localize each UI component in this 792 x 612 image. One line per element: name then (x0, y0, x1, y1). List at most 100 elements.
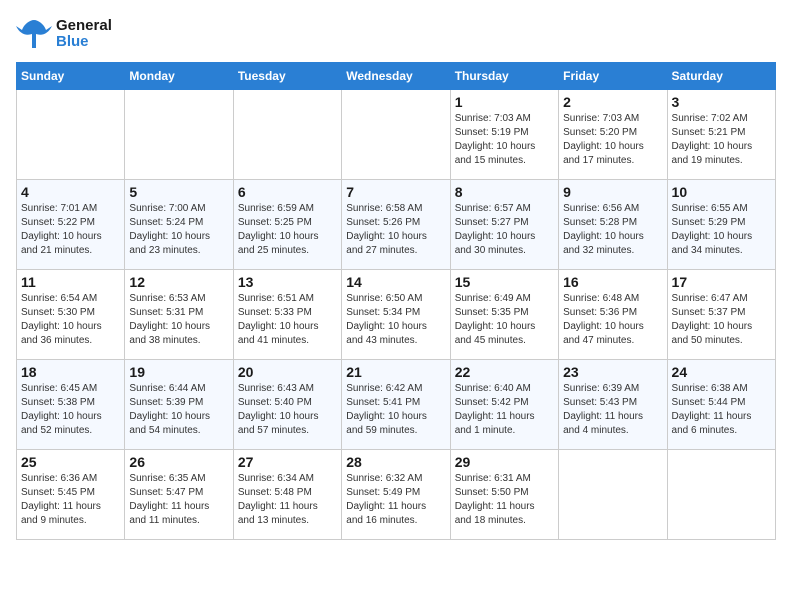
calendar-day-cell: 13Sunrise: 6:51 AM Sunset: 5:33 PM Dayli… (233, 270, 341, 360)
calendar-day-cell (125, 90, 233, 180)
day-info: Sunrise: 6:51 AM Sunset: 5:33 PM Dayligh… (238, 292, 337, 348)
logo-blue-text: Blue (56, 34, 112, 51)
day-number: 28 (346, 454, 445, 470)
day-info: Sunrise: 6:50 AM Sunset: 5:34 PM Dayligh… (346, 292, 445, 348)
day-info: Sunrise: 7:01 AM Sunset: 5:22 PM Dayligh… (21, 202, 120, 258)
calendar-day-cell: 28 Sunrise: 6:32 AM Sunset: 5:49 PM Dayli… (342, 450, 450, 540)
calendar-day-cell: 20 Sunrise: 6:43 AM Sunset: 5:40 PM Dayli… (233, 360, 341, 450)
day-info: Sunrise: 6:57 AM Sunset: 5:27 PM Dayligh… (455, 202, 554, 258)
day-info: Sunrise: 7:03 AM Sunset: 5:20 PM Dayligh… (563, 112, 662, 168)
calendar-day-cell (667, 450, 775, 540)
calendar-week-row: 11Sunrise: 6:54 AM Sunset: 5:30 PM Dayli… (17, 270, 776, 360)
calendar-day-cell (559, 450, 667, 540)
calendar-day-header: Sunday (17, 63, 125, 90)
calendar-day-cell: 25Sunrise: 6:36 AM Sunset: 5:45 PM Dayli… (17, 450, 125, 540)
day-number: 5 (129, 184, 228, 200)
calendar-week-row: 25Sunrise: 6:36 AM Sunset: 5:45 PM Dayli… (17, 450, 776, 540)
day-number: 1 (455, 94, 554, 110)
calendar-day-cell: 26 Sunrise: 6:35 AM Sunset: 5:47 PM Dayli… (125, 450, 233, 540)
day-number: 20 (238, 364, 337, 380)
calendar-day-header: Wednesday (342, 63, 450, 90)
calendar-day-header: Saturday (667, 63, 775, 90)
calendar-day-cell: 16 Sunrise: 6:48 AM Sunset: 5:36 PM Dayli… (559, 270, 667, 360)
day-number: 22 (455, 364, 554, 380)
day-number: 18 (21, 364, 120, 380)
day-number: 16 (563, 274, 662, 290)
calendar-day-cell: 1 Sunrise: 7:03 AM Sunset: 5:19 PM Daylig… (450, 90, 558, 180)
day-info: Sunrise: 6:32 AM Sunset: 5:49 PM Dayligh… (346, 472, 445, 528)
day-number: 15 (455, 274, 554, 290)
day-number: 27 (238, 454, 337, 470)
day-info: Sunrise: 6:49 AM Sunset: 5:35 PM Dayligh… (455, 292, 554, 348)
calendar-day-cell: 14Sunrise: 6:50 AM Sunset: 5:34 PM Dayli… (342, 270, 450, 360)
calendar-day-cell: 15 Sunrise: 6:49 AM Sunset: 5:35 PM Dayli… (450, 270, 558, 360)
logo-bird-icon (16, 16, 52, 52)
day-info: Sunrise: 6:35 AM Sunset: 5:47 PM Dayligh… (129, 472, 228, 528)
calendar-day-cell: 27 Sunrise: 6:34 AM Sunset: 5:48 PM Dayli… (233, 450, 341, 540)
calendar-day-cell (342, 90, 450, 180)
calendar-day-cell: 4 Sunrise: 7:01 AM Sunset: 5:22 PM Daylig… (17, 180, 125, 270)
day-info: Sunrise: 7:02 AM Sunset: 5:21 PM Dayligh… (672, 112, 771, 168)
calendar-week-row: 18 Sunrise: 6:45 AM Sunset: 5:38 PM Dayli… (17, 360, 776, 450)
day-number: 8 (455, 184, 554, 200)
day-info: Sunrise: 6:48 AM Sunset: 5:36 PM Dayligh… (563, 292, 662, 348)
day-number: 3 (672, 94, 771, 110)
calendar-week-row: 1 Sunrise: 7:03 AM Sunset: 5:19 PM Daylig… (17, 90, 776, 180)
day-number: 21 (346, 364, 445, 380)
day-number: 6 (238, 184, 337, 200)
day-number: 4 (21, 184, 120, 200)
day-info: Sunrise: 6:31 AM Sunset: 5:50 PM Dayligh… (455, 472, 554, 528)
day-number: 26 (129, 454, 228, 470)
day-number: 24 (672, 364, 771, 380)
day-number: 7 (346, 184, 445, 200)
day-info: Sunrise: 6:58 AM Sunset: 5:26 PM Dayligh… (346, 202, 445, 258)
day-number: 12 (129, 274, 228, 290)
calendar-day-cell (17, 90, 125, 180)
calendar-day-cell: 8 Sunrise: 6:57 AM Sunset: 5:27 PM Daylig… (450, 180, 558, 270)
calendar-day-header: Monday (125, 63, 233, 90)
calendar-day-cell: 6 Sunrise: 6:59 AM Sunset: 5:25 PM Daylig… (233, 180, 341, 270)
calendar-day-header: Thursday (450, 63, 558, 90)
day-info: Sunrise: 6:43 AM Sunset: 5:40 PM Dayligh… (238, 382, 337, 438)
calendar-body: 1 Sunrise: 7:03 AM Sunset: 5:19 PM Daylig… (17, 90, 776, 540)
day-info: Sunrise: 7:03 AM Sunset: 5:19 PM Dayligh… (455, 112, 554, 168)
day-info: Sunrise: 6:56 AM Sunset: 5:28 PM Dayligh… (563, 202, 662, 258)
calendar-day-cell: 29 Sunrise: 6:31 AM Sunset: 5:50 PM Dayli… (450, 450, 558, 540)
day-number: 19 (129, 364, 228, 380)
calendar-week-row: 4 Sunrise: 7:01 AM Sunset: 5:22 PM Daylig… (17, 180, 776, 270)
day-info: Sunrise: 6:34 AM Sunset: 5:48 PM Dayligh… (238, 472, 337, 528)
calendar-table: SundayMondayTuesdayWednesdayThursdayFrid… (16, 62, 776, 540)
calendar-day-header: Friday (559, 63, 667, 90)
day-info: Sunrise: 6:44 AM Sunset: 5:39 PM Dayligh… (129, 382, 228, 438)
calendar-day-header: Tuesday (233, 63, 341, 90)
calendar-day-cell: 18 Sunrise: 6:45 AM Sunset: 5:38 PM Dayli… (17, 360, 125, 450)
day-info: Sunrise: 6:47 AM Sunset: 5:37 PM Dayligh… (672, 292, 771, 348)
calendar-day-cell: 24Sunrise: 6:38 AM Sunset: 5:44 PM Dayli… (667, 360, 775, 450)
page-header: General Blue (16, 16, 776, 52)
calendar-day-cell: 11Sunrise: 6:54 AM Sunset: 5:30 PM Dayli… (17, 270, 125, 360)
day-number: 29 (455, 454, 554, 470)
day-info: Sunrise: 7:00 AM Sunset: 5:24 PM Dayligh… (129, 202, 228, 258)
day-info: Sunrise: 6:40 AM Sunset: 5:42 PM Dayligh… (455, 382, 554, 438)
day-info: Sunrise: 6:55 AM Sunset: 5:29 PM Dayligh… (672, 202, 771, 258)
day-info: Sunrise: 6:53 AM Sunset: 5:31 PM Dayligh… (129, 292, 228, 348)
calendar-day-cell: 17Sunrise: 6:47 AM Sunset: 5:37 PM Dayli… (667, 270, 775, 360)
day-number: 23 (563, 364, 662, 380)
calendar-day-cell: 12 Sunrise: 6:53 AM Sunset: 5:31 PM Dayli… (125, 270, 233, 360)
logo-general-text: General (56, 18, 112, 35)
day-number: 10 (672, 184, 771, 200)
day-info: Sunrise: 6:45 AM Sunset: 5:38 PM Dayligh… (21, 382, 120, 438)
day-info: Sunrise: 6:42 AM Sunset: 5:41 PM Dayligh… (346, 382, 445, 438)
day-number: 11 (21, 274, 120, 290)
day-number: 9 (563, 184, 662, 200)
calendar-day-cell: 2 Sunrise: 7:03 AM Sunset: 5:20 PM Daylig… (559, 90, 667, 180)
calendar-day-cell (233, 90, 341, 180)
calendar-day-cell: 21 Sunrise: 6:42 AM Sunset: 5:41 PM Dayli… (342, 360, 450, 450)
calendar-day-cell: 7 Sunrise: 6:58 AM Sunset: 5:26 PM Daylig… (342, 180, 450, 270)
calendar-header-row: SundayMondayTuesdayWednesdayThursdayFrid… (17, 63, 776, 90)
day-info: Sunrise: 6:59 AM Sunset: 5:25 PM Dayligh… (238, 202, 337, 258)
calendar-day-cell: 5 Sunrise: 7:00 AM Sunset: 5:24 PM Daylig… (125, 180, 233, 270)
day-number: 25 (21, 454, 120, 470)
calendar-day-cell: 23Sunrise: 6:39 AM Sunset: 5:43 PM Dayli… (559, 360, 667, 450)
day-number: 2 (563, 94, 662, 110)
